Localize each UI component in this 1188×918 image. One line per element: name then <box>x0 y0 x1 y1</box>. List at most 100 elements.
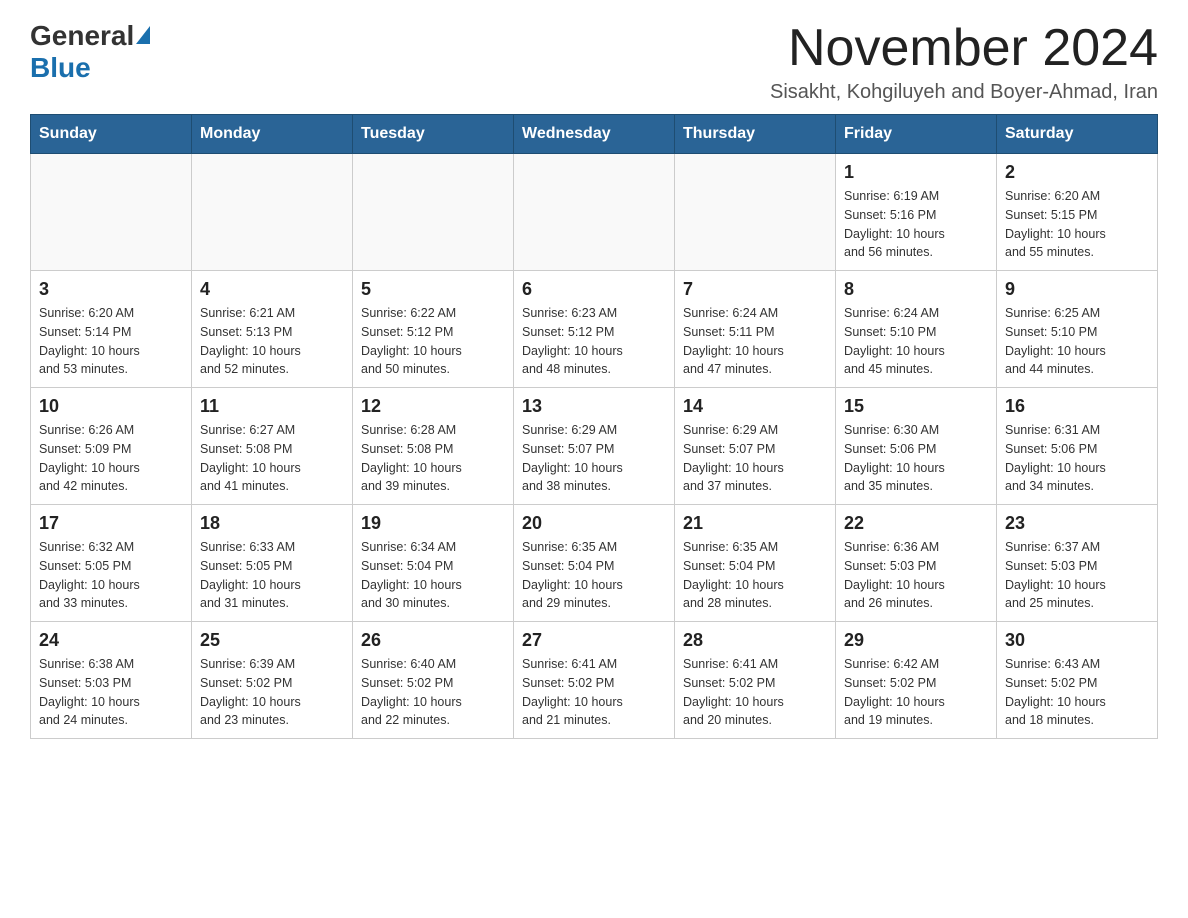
day-info: Sunrise: 6:28 AMSunset: 5:08 PMDaylight:… <box>361 421 505 496</box>
day-number: 14 <box>683 396 827 417</box>
day-info: Sunrise: 6:27 AMSunset: 5:08 PMDaylight:… <box>200 421 344 496</box>
day-info: Sunrise: 6:29 AMSunset: 5:07 PMDaylight:… <box>522 421 666 496</box>
calendar-cell: 1Sunrise: 6:19 AMSunset: 5:16 PMDaylight… <box>836 154 997 271</box>
day-info: Sunrise: 6:37 AMSunset: 5:03 PMDaylight:… <box>1005 538 1149 613</box>
calendar-header-saturday: Saturday <box>997 115 1158 154</box>
day-number: 12 <box>361 396 505 417</box>
month-title: November 2024 <box>770 20 1158 77</box>
calendar-cell: 7Sunrise: 6:24 AMSunset: 5:11 PMDaylight… <box>675 271 836 388</box>
day-number: 30 <box>1005 630 1149 651</box>
day-info: Sunrise: 6:31 AMSunset: 5:06 PMDaylight:… <box>1005 421 1149 496</box>
calendar-cell: 30 Sunrise: 6:43 AMSunset: 5:02 PMDayligh… <box>997 622 1158 739</box>
day-info: Sunrise: 6:19 AMSunset: 5:16 PMDaylight:… <box>844 187 988 262</box>
day-number: 15 <box>844 396 988 417</box>
calendar-table: SundayMondayTuesdayWednesdayThursdayFrid… <box>30 114 1158 739</box>
calendar-cell <box>353 154 514 271</box>
calendar-cell: 11 Sunrise: 6:27 AMSunset: 5:08 PMDayligh… <box>192 388 353 505</box>
day-info: Sunrise: 6:20 AMSunset: 5:15 PMDaylight:… <box>1005 187 1149 262</box>
day-info: Sunrise: 6:41 AMSunset: 5:02 PMDaylight:… <box>522 655 666 730</box>
calendar-cell: 16 Sunrise: 6:31 AMSunset: 5:06 PMDayligh… <box>997 388 1158 505</box>
calendar-week-4: 17 Sunrise: 6:32 AMSunset: 5:05 PMDayligh… <box>31 505 1158 622</box>
calendar-cell: 5Sunrise: 6:22 AMSunset: 5:12 PMDaylight… <box>353 271 514 388</box>
day-info: Sunrise: 6:38 AMSunset: 5:03 PMDaylight:… <box>39 655 183 730</box>
title-area: November 2024 Sisakht, Kohgiluyeh and Bo… <box>770 20 1158 104</box>
logo: General Blue <box>30 20 150 84</box>
calendar-cell <box>31 154 192 271</box>
day-number: 3 <box>39 279 183 300</box>
day-info: Sunrise: 6:41 AMSunset: 5:02 PMDaylight:… <box>683 655 827 730</box>
calendar-week-5: 24 Sunrise: 6:38 AMSunset: 5:03 PMDayligh… <box>31 622 1158 739</box>
calendar-cell <box>514 154 675 271</box>
calendar-cell: 12 Sunrise: 6:28 AMSunset: 5:08 PMDayligh… <box>353 388 514 505</box>
calendar-cell: 15 Sunrise: 6:30 AMSunset: 5:06 PMDayligh… <box>836 388 997 505</box>
calendar-cell: 27 Sunrise: 6:41 AMSunset: 5:02 PMDayligh… <box>514 622 675 739</box>
calendar-cell: 9Sunrise: 6:25 AMSunset: 5:10 PMDaylight… <box>997 271 1158 388</box>
logo-blue-text: Blue <box>30 52 91 84</box>
calendar-cell: 18Sunrise: 6:33 AMSunset: 5:05 PMDayligh… <box>192 505 353 622</box>
calendar-cell: 19Sunrise: 6:34 AMSunset: 5:04 PMDayligh… <box>353 505 514 622</box>
calendar-cell: 10Sunrise: 6:26 AMSunset: 5:09 PMDayligh… <box>31 388 192 505</box>
calendar-week-2: 3 Sunrise: 6:20 AMSunset: 5:14 PMDaylight… <box>31 271 1158 388</box>
day-number: 29 <box>844 630 988 651</box>
day-info: Sunrise: 6:23 AMSunset: 5:12 PMDaylight:… <box>522 304 666 379</box>
day-info: Sunrise: 6:40 AMSunset: 5:02 PMDaylight:… <box>361 655 505 730</box>
day-info: Sunrise: 6:35 AMSunset: 5:04 PMDaylight:… <box>522 538 666 613</box>
day-info: Sunrise: 6:39 AMSunset: 5:02 PMDaylight:… <box>200 655 344 730</box>
day-number: 26 <box>361 630 505 651</box>
day-info: Sunrise: 6:43 AMSunset: 5:02 PMDaylight:… <box>1005 655 1149 730</box>
day-number: 16 <box>1005 396 1149 417</box>
day-number: 18 <box>200 513 344 534</box>
calendar-header-tuesday: Tuesday <box>353 115 514 154</box>
logo-general-text: General <box>30 20 134 52</box>
day-number: 21 <box>683 513 827 534</box>
calendar-cell: 23Sunrise: 6:37 AMSunset: 5:03 PMDayligh… <box>997 505 1158 622</box>
calendar-cell: 13 Sunrise: 6:29 AMSunset: 5:07 PMDayligh… <box>514 388 675 505</box>
calendar-cell: 3 Sunrise: 6:20 AMSunset: 5:14 PMDaylight… <box>31 271 192 388</box>
location-subtitle: Sisakht, Kohgiluyeh and Boyer-Ahmad, Ira… <box>770 81 1158 104</box>
day-info: Sunrise: 6:42 AMSunset: 5:02 PMDaylight:… <box>844 655 988 730</box>
calendar-header-row: SundayMondayTuesdayWednesdayThursdayFrid… <box>31 115 1158 154</box>
calendar-cell: 25 Sunrise: 6:39 AMSunset: 5:02 PMDayligh… <box>192 622 353 739</box>
day-number: 6 <box>522 279 666 300</box>
calendar-cell: 24 Sunrise: 6:38 AMSunset: 5:03 PMDayligh… <box>31 622 192 739</box>
day-info: Sunrise: 6:24 AMSunset: 5:10 PMDaylight:… <box>844 304 988 379</box>
calendar-header-thursday: Thursday <box>675 115 836 154</box>
logo-triangle-icon <box>136 26 150 44</box>
calendar-cell: 8 Sunrise: 6:24 AMSunset: 5:10 PMDaylight… <box>836 271 997 388</box>
calendar-cell: 22Sunrise: 6:36 AMSunset: 5:03 PMDayligh… <box>836 505 997 622</box>
day-number: 9 <box>1005 279 1149 300</box>
day-number: 8 <box>844 279 988 300</box>
calendar-header-monday: Monday <box>192 115 353 154</box>
calendar-cell <box>675 154 836 271</box>
day-number: 13 <box>522 396 666 417</box>
day-number: 20 <box>522 513 666 534</box>
day-number: 22 <box>844 513 988 534</box>
day-number: 17 <box>39 513 183 534</box>
day-number: 25 <box>200 630 344 651</box>
day-number: 4 <box>200 279 344 300</box>
calendar-cell: 21 Sunrise: 6:35 AMSunset: 5:04 PMDayligh… <box>675 505 836 622</box>
day-info: Sunrise: 6:26 AMSunset: 5:09 PMDaylight:… <box>39 421 183 496</box>
day-info: Sunrise: 6:35 AMSunset: 5:04 PMDaylight:… <box>683 538 827 613</box>
day-number: 28 <box>683 630 827 651</box>
day-number: 5 <box>361 279 505 300</box>
day-info: Sunrise: 6:20 AMSunset: 5:14 PMDaylight:… <box>39 304 183 379</box>
day-info: Sunrise: 6:30 AMSunset: 5:06 PMDaylight:… <box>844 421 988 496</box>
day-number: 27 <box>522 630 666 651</box>
day-info: Sunrise: 6:29 AMSunset: 5:07 PMDaylight:… <box>683 421 827 496</box>
calendar-cell: 20 Sunrise: 6:35 AMSunset: 5:04 PMDayligh… <box>514 505 675 622</box>
day-info: Sunrise: 6:24 AMSunset: 5:11 PMDaylight:… <box>683 304 827 379</box>
calendar-header-wednesday: Wednesday <box>514 115 675 154</box>
calendar-header-friday: Friday <box>836 115 997 154</box>
day-number: 2 <box>1005 162 1149 183</box>
day-info: Sunrise: 6:32 AMSunset: 5:05 PMDaylight:… <box>39 538 183 613</box>
calendar-cell: 14 Sunrise: 6:29 AMSunset: 5:07 PMDayligh… <box>675 388 836 505</box>
calendar-week-3: 10Sunrise: 6:26 AMSunset: 5:09 PMDayligh… <box>31 388 1158 505</box>
day-number: 24 <box>39 630 183 651</box>
page-header: General Blue November 2024 Sisakht, Kohg… <box>30 20 1158 104</box>
calendar-cell: 17 Sunrise: 6:32 AMSunset: 5:05 PMDayligh… <box>31 505 192 622</box>
calendar-cell: 2 Sunrise: 6:20 AMSunset: 5:15 PMDaylight… <box>997 154 1158 271</box>
day-number: 11 <box>200 396 344 417</box>
calendar-cell: 4Sunrise: 6:21 AMSunset: 5:13 PMDaylight… <box>192 271 353 388</box>
day-number: 19 <box>361 513 505 534</box>
